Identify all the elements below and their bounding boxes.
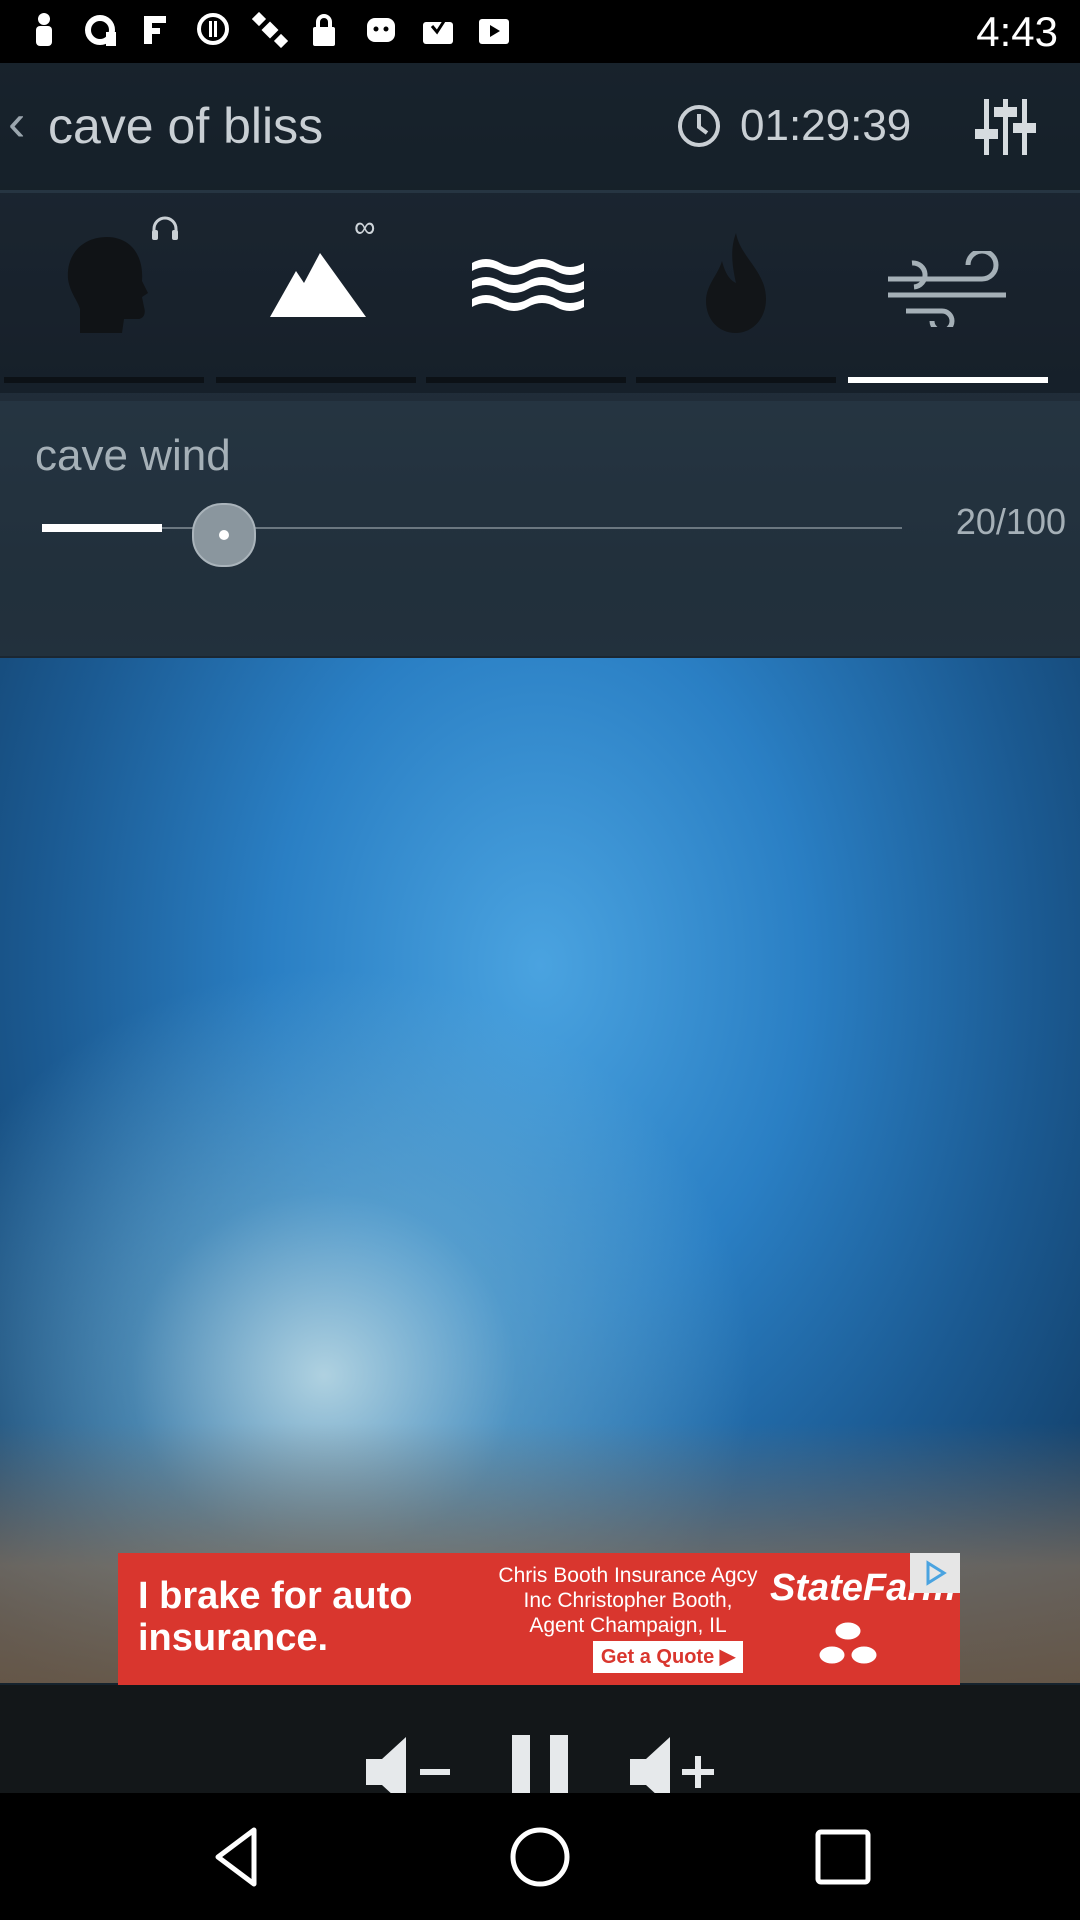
tab-head-underline [4, 377, 204, 383]
header: ‹ cave of bliss 01:29:39 [0, 63, 1080, 190]
app-screen: ‹ cave of bliss 01:29:39 ∞ cave wind 20/… [0, 63, 1080, 1793]
back-chevron-icon[interactable]: ‹ [8, 93, 25, 153]
sleep-timer[interactable]: 01:29:39 [676, 101, 911, 151]
volume-slider-track[interactable] [42, 527, 902, 529]
head-icon [67, 237, 148, 333]
volume-slider-thumb[interactable] [191, 503, 256, 567]
nav-back-icon[interactable] [204, 1822, 274, 1892]
headphones-icon [152, 216, 178, 240]
volume-value: 20/100 [955, 501, 1066, 542]
wind-icon [888, 251, 1006, 327]
nav-recents-icon[interactable] [808, 1822, 878, 1892]
infinity-loop-badge: ∞ [354, 211, 376, 244]
equalizer-settings-icon[interactable] [972, 95, 1040, 159]
ad-banner[interactable]: I brake for auto insurance. Chris Booth … [118, 1553, 960, 1685]
status-icons [28, 11, 509, 49]
tab-water[interactable] [422, 193, 630, 393]
play-store-icon [476, 12, 509, 48]
sound-volume-panel: cave wind 20/100 [0, 401, 1080, 656]
ad-headline: I brake for auto insurance. [138, 1575, 413, 1659]
clock-icon [678, 105, 720, 147]
tab-fire-underline [636, 377, 836, 383]
sound-tabs: ∞ [0, 193, 1080, 393]
timer-value: 01:29:39 [740, 101, 912, 150]
volume-down-icon[interactable] [358, 1727, 458, 1793]
mountain-icon [270, 253, 366, 317]
tab-mountain[interactable]: ∞ [212, 193, 420, 393]
status-bar: 4:43 [0, 0, 1080, 63]
tab-wind-underline [848, 377, 1048, 383]
tab-mountain-underline [216, 377, 416, 383]
water-waves-icon [472, 259, 584, 311]
sound-label: cave wind [35, 431, 231, 480]
toast-icon [364, 12, 396, 48]
page-title: cave of bliss [48, 98, 324, 154]
status-clock: 4:43 [976, 8, 1058, 55]
nav-home-icon[interactable] [505, 1822, 575, 1892]
tab-water-underline [426, 377, 626, 383]
fire-flame-icon [706, 233, 766, 333]
tab-wind[interactable] [844, 193, 1052, 393]
refresh-icon [84, 12, 116, 48]
playback-controls [0, 1685, 1080, 1793]
pause-icon[interactable] [490, 1727, 590, 1793]
lock-icon [308, 12, 340, 48]
ad-get-quote-button[interactable]: Get a Quote ▶ [593, 1641, 743, 1673]
info-icon [196, 12, 229, 48]
cave-scene-image [0, 658, 1080, 1683]
satellite-icon [251, 11, 289, 49]
ad-choices-icon[interactable] [910, 1553, 960, 1593]
person-icon [28, 12, 60, 48]
inbox-icon [420, 12, 453, 48]
fake-gps-icon [140, 12, 172, 48]
system-nav-bar [0, 1794, 1080, 1920]
volume-slider-fill [42, 524, 162, 532]
state-farm-logo-icon [816, 1619, 880, 1667]
tab-head[interactable] [0, 193, 208, 393]
tab-fire[interactable] [632, 193, 840, 393]
volume-up-icon[interactable] [622, 1727, 722, 1793]
